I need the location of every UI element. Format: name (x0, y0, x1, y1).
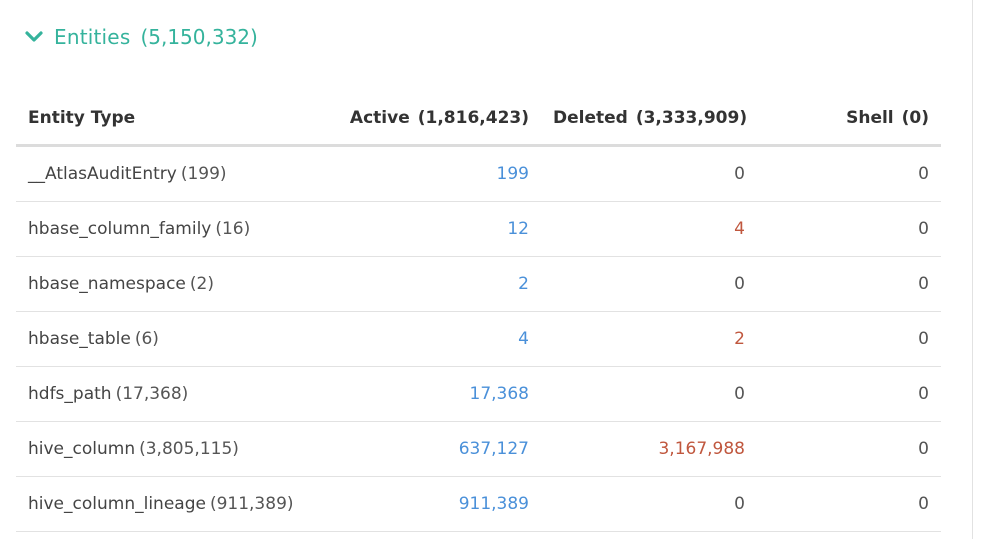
active-count-link[interactable]: 2 (518, 274, 529, 294)
active-count-cell: 17,368 (336, 366, 541, 422)
table-row: hive_column_lineage (911,389) 911,389 0 0 (16, 476, 941, 532)
column-header-count: (1,816,423) (417, 108, 529, 128)
shell-count-value: 0 (918, 164, 929, 184)
shell-count-value: 0 (918, 384, 929, 404)
deleted-count-cell: 0 (541, 366, 757, 422)
entity-type-name: __AtlasAuditEntry (28, 164, 177, 184)
shell-count-cell: 0 (757, 366, 941, 422)
active-count-cell: 199 (336, 145, 541, 202)
deleted-count-value: 0 (734, 164, 745, 184)
entity-type-total: (3,805,115) (139, 439, 239, 459)
shell-count-value: 0 (918, 439, 929, 459)
active-count-link[interactable]: 199 (497, 164, 529, 184)
entity-type-cell: hive_column_lineage (911,389) (16, 476, 336, 532)
active-count-cell: 12 (336, 201, 541, 257)
deleted-count-cell: 4 (541, 201, 757, 257)
entity-type-total: (17,368) (115, 384, 189, 404)
section-title: Entities (54, 25, 131, 49)
entity-type-total: (199) (180, 164, 227, 184)
column-header-label: Deleted (553, 108, 628, 128)
column-header-entity-type[interactable]: Entity Type (16, 92, 336, 147)
active-count-link[interactable]: 637,127 (459, 439, 529, 459)
entity-type-name: hbase_namespace (28, 274, 186, 294)
deleted-count-cell: 0 (541, 145, 757, 202)
deleted-count-value: 0 (734, 274, 745, 294)
entity-type-total: (2) (189, 274, 214, 294)
active-count-cell: 911,389 (336, 476, 541, 532)
shell-count-cell: 0 (757, 476, 941, 532)
entity-type-name: hbase_column_family (28, 219, 212, 239)
column-header-active[interactable]: Active (1,816,423) (336, 92, 541, 147)
entity-type-name: hive_column (28, 439, 136, 459)
active-count-cell: 2 (336, 256, 541, 312)
entity-type-cell: hive_column (3,805,115) (16, 421, 336, 477)
deleted-count-link[interactable]: 3,167,988 (658, 439, 745, 459)
entity-type-table: Entity Type Active (1,816,423) Deleted (3,… (16, 92, 941, 532)
column-header-label: Shell (846, 108, 894, 128)
entity-type-name: hbase_table (28, 329, 131, 349)
table-row: hdfs_path (17,368) 17,368 0 0 (16, 366, 941, 422)
shell-count-cell: 0 (757, 201, 941, 257)
deleted-count-cell: 0 (541, 256, 757, 312)
entity-type-total: (6) (134, 329, 159, 349)
shell-count-cell: 0 (757, 421, 941, 477)
deleted-count-value: 0 (734, 494, 745, 514)
entity-type-cell: __AtlasAuditEntry (199) (16, 145, 336, 202)
column-header-count: (0) (901, 108, 929, 128)
active-count-link[interactable]: 12 (507, 219, 529, 239)
shell-count-cell: 0 (757, 145, 941, 202)
chevron-down-icon[interactable] (24, 27, 44, 47)
entity-type-name: hive_column_lineage (28, 494, 206, 514)
active-count-link[interactable]: 911,389 (459, 494, 529, 514)
entity-type-name: hdfs_path (28, 384, 112, 404)
table-header-row: Entity Type Active (1,816,423) Deleted (3,… (16, 92, 941, 147)
entities-section-toggle[interactable]: Entities (5,150,332) (24, 22, 258, 52)
column-header-count: (3,333,909) (635, 108, 748, 128)
deleted-count-cell: 2 (541, 311, 757, 367)
column-header-label: Entity Type (28, 108, 136, 128)
shell-count-value: 0 (918, 219, 929, 239)
active-count-link[interactable]: 4 (518, 329, 529, 349)
entity-type-total: (911,389) (209, 494, 294, 514)
shell-count-cell: 0 (757, 256, 941, 312)
column-header-label: Active (349, 108, 410, 128)
entity-type-cell: hbase_table (6) (16, 311, 336, 367)
shell-count-value: 0 (918, 494, 929, 514)
deleted-count-cell: 0 (541, 476, 757, 532)
entity-type-cell: hbase_namespace (2) (16, 256, 336, 312)
table-row: hbase_table (6) 4 2 0 (16, 311, 941, 367)
table-row: hbase_column_family (16) 12 4 0 (16, 201, 941, 257)
active-count-cell: 4 (336, 311, 541, 367)
entity-type-cell: hdfs_path (17,368) (16, 366, 336, 422)
active-count-cell: 637,127 (336, 421, 541, 477)
entities-panel: Entities (5,150,332) Entity Type Active (… (0, 0, 972, 539)
deleted-count-value: 0 (734, 384, 745, 404)
entity-type-total: (16) (215, 219, 251, 239)
panel-divider (972, 0, 973, 539)
deleted-count-link[interactable]: 4 (734, 219, 745, 239)
shell-count-value: 0 (918, 329, 929, 349)
table-row: __AtlasAuditEntry (199) 199 0 0 (16, 145, 941, 202)
active-count-link[interactable]: 17,368 (470, 384, 529, 404)
deleted-count-link[interactable]: 2 (734, 329, 745, 349)
shell-count-value: 0 (918, 274, 929, 294)
deleted-count-cell: 3,167,988 (541, 421, 757, 477)
shell-count-cell: 0 (757, 311, 941, 367)
section-total-count: (5,150,332) (140, 25, 258, 49)
entity-type-cell: hbase_column_family (16) (16, 201, 336, 257)
column-header-shell[interactable]: Shell (0) (757, 92, 941, 147)
column-header-deleted[interactable]: Deleted (3,333,909) (541, 92, 757, 147)
table-row: hbase_namespace (2) 2 0 0 (16, 256, 941, 312)
table-row: hive_column (3,805,115) 637,127 3,167,988… (16, 421, 941, 477)
